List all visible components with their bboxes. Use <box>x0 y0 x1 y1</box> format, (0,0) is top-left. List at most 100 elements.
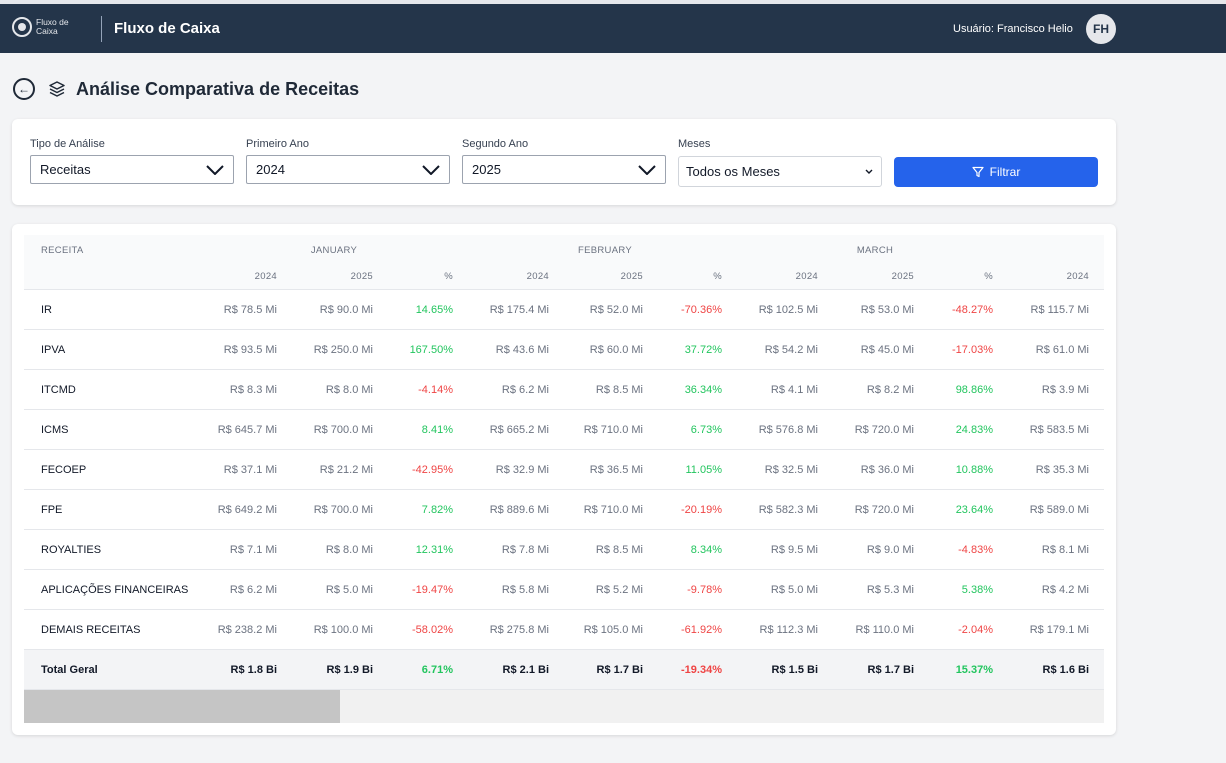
value-cell: R$ 5.3 Mi <box>866 584 914 596</box>
row-divider <box>24 449 1104 450</box>
comparison-table: RECEITA JANUARY FEBRUARY MARCH 2024 2025% 202… <box>24 235 1104 723</box>
value-cell: R$ 8.1 Mi <box>1041 544 1089 556</box>
value-cell: R$ 9.0 Mi <box>866 544 914 556</box>
tipo-analise-label: Tipo de Análise <box>30 138 105 150</box>
value-cell: R$ 576.8 Mi <box>758 424 818 436</box>
value-cell: R$ 5.0 Mi <box>770 584 818 596</box>
value-cell: R$ 43.6 Mi <box>495 344 549 356</box>
percent-cell: -19.47% <box>412 584 453 596</box>
primeiro-ano-select[interactable]: 2024 <box>246 155 450 184</box>
value-cell: R$ 583.5 Mi <box>1029 424 1089 436</box>
row-divider <box>24 369 1104 370</box>
percent-cell: 36.34% <box>684 384 722 396</box>
year-subheader: % <box>444 271 453 282</box>
value-cell: R$ 8.3 Mi <box>229 384 277 396</box>
year-subheader: 2024 <box>795 271 818 282</box>
avatar[interactable]: FH <box>1086 14 1116 44</box>
funnel-icon <box>972 166 984 178</box>
value-cell: R$ 645.7 Mi <box>217 424 277 436</box>
value-cell: R$ 6.2 Mi <box>229 584 277 596</box>
row-label: FECOEP <box>41 464 87 476</box>
percent-cell: 8.41% <box>421 424 453 436</box>
value-cell: R$ 100.0 Mi <box>313 624 373 636</box>
percent-cell: -70.36% <box>681 304 722 316</box>
value-cell: R$ 8.0 Mi <box>325 384 373 396</box>
value-cell: R$ 115.7 Mi <box>1030 304 1090 316</box>
percent-cell: -48.27% <box>952 304 993 316</box>
value-cell: R$ 45.0 Mi <box>860 344 914 356</box>
value-cell: R$ 105.0 Mi <box>583 624 643 636</box>
row-divider <box>24 569 1104 570</box>
app-logo[interactable]: Fluxo de Caixa <box>12 17 76 37</box>
value-cell: R$ 90.0 Mi <box>319 304 373 316</box>
row-label: DEMAIS RECEITAS <box>41 624 141 636</box>
percent-cell: 11.05% <box>685 464 723 476</box>
app-title: Fluxo de Caixa <box>114 20 220 37</box>
value-cell: R$ 700.0 Mi <box>313 504 373 516</box>
value-cell: R$ 5.0 Mi <box>325 584 373 596</box>
filter-button-label: Filtrar <box>989 165 1021 179</box>
percent-cell: 37.72% <box>684 344 722 356</box>
percent-cell: 7.82% <box>421 504 453 516</box>
percent-cell: -58.02% <box>412 624 453 636</box>
row-divider <box>24 649 1104 650</box>
month-header: JANUARY <box>310 245 358 256</box>
value-cell: R$ 4.1 Mi <box>770 384 818 396</box>
comparison-table-card: RECEITA JANUARY FEBRUARY MARCH 2024 2025% 202… <box>12 224 1116 735</box>
value-cell: R$ 1.7 Bi <box>596 664 643 676</box>
row-label: ROYALTIES <box>41 544 102 556</box>
value-cell: R$ 649.2 Mi <box>217 504 277 516</box>
row-divider <box>24 689 1104 690</box>
value-cell: R$ 78.5 Mi <box>223 304 277 316</box>
value-cell: R$ 700.0 Mi <box>313 424 373 436</box>
value-cell: R$ 7.8 Mi <box>501 544 549 556</box>
row-label: ITCMD <box>41 384 76 396</box>
value-cell: R$ 36.5 Mi <box>589 464 643 476</box>
back-button[interactable]: ← <box>13 78 35 100</box>
value-cell: R$ 4.2 Mi <box>1041 584 1089 596</box>
month-header: FEBRUARY <box>578 245 632 256</box>
chevron-down-icon <box>422 164 440 175</box>
value-cell: R$ 53.0 Mi <box>860 304 914 316</box>
row-label: ICMS <box>41 424 69 436</box>
meses-select[interactable]: Todos os Meses <box>678 156 882 187</box>
value-cell: R$ 21.2 Mi <box>319 464 373 476</box>
total-row-label: Total Geral <box>41 664 98 676</box>
percent-cell: -4.14% <box>418 384 453 396</box>
value-cell: R$ 32.5 Mi <box>764 464 818 476</box>
value-cell: R$ 32.9 Mi <box>495 464 549 476</box>
value-cell: R$ 7.1 Mi <box>229 544 277 556</box>
value-cell: R$ 589.0 Mi <box>1029 504 1089 516</box>
percent-cell: 10.88% <box>955 464 993 476</box>
value-cell: R$ 665.2 Mi <box>489 424 549 436</box>
row-label: IR <box>41 304 52 316</box>
primeiro-ano-label: Primeiro Ano <box>246 138 309 150</box>
percent-cell: -20.19% <box>681 504 722 516</box>
percent-cell: -4.83% <box>958 544 993 556</box>
year-subheader: 2025 <box>620 271 643 282</box>
value-cell: R$ 250.0 Mi <box>313 344 373 356</box>
value-cell: R$ 35.3 Mi <box>1035 464 1089 476</box>
arrow-left-icon: ← <box>18 82 30 96</box>
month-header: MARCH <box>856 245 894 256</box>
segundo-ano-select[interactable]: 2025 <box>462 155 666 184</box>
tipo-analise-select[interactable]: Receitas <box>30 155 234 184</box>
value-cell: R$ 8.5 Mi <box>595 384 643 396</box>
row-divider <box>24 409 1104 410</box>
row-divider <box>24 609 1104 610</box>
scrollbar-thumb[interactable] <box>24 690 340 723</box>
page-title: Análise Comparativa de Receitas <box>76 78 360 99</box>
row-divider <box>24 529 1104 530</box>
percent-cell: -61.92% <box>681 624 722 636</box>
value-cell: R$ 1.8 Bi <box>230 664 277 676</box>
percent-cell: -42.95% <box>412 464 453 476</box>
row-divider <box>24 329 1104 330</box>
header-receita: RECEITA <box>41 245 84 256</box>
value-cell: R$ 8.0 Mi <box>325 544 373 556</box>
meses-value: Todos os Meses <box>686 164 780 179</box>
year-subheader: % <box>713 271 722 282</box>
filter-button[interactable]: Filtrar <box>894 157 1098 187</box>
year-subheader: 2025 <box>350 271 373 282</box>
value-cell: R$ 720.0 Mi <box>854 504 914 516</box>
value-cell: R$ 110.0 Mi <box>855 624 915 636</box>
